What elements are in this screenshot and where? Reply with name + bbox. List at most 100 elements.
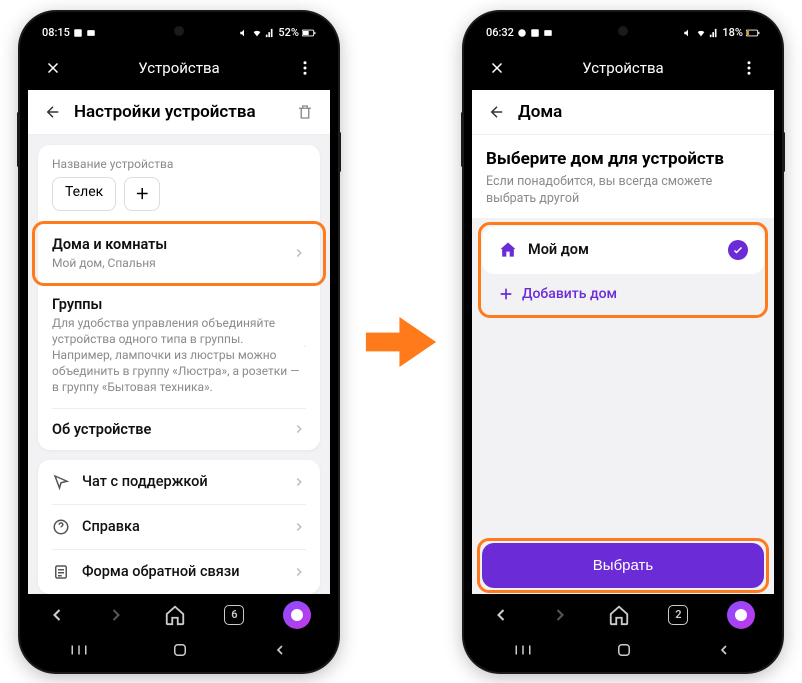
add-home-button[interactable]: Добавить дом (482, 274, 764, 314)
sys-home-icon[interactable] (171, 641, 189, 659)
more-icon[interactable] (740, 59, 758, 77)
support-chat[interactable]: Чат с поддержкой (38, 460, 320, 504)
form-icon (52, 563, 70, 581)
nav-back-icon[interactable] (47, 605, 67, 625)
settings-card: Название устройства Телек ＋ Дома и комна… (38, 145, 320, 450)
chevron-right-icon (292, 565, 306, 579)
browser-nav: 2 (472, 594, 774, 636)
nav-forward-icon[interactable] (550, 605, 570, 625)
sys-home-icon[interactable] (615, 641, 633, 659)
volume-button (461, 112, 464, 167)
sys-back-icon[interactable] (272, 642, 288, 658)
recents-icon[interactable] (514, 643, 532, 657)
more-icon[interactable] (296, 59, 314, 77)
app-header: Устройства (28, 46, 330, 90)
groups-sub: Для удобства управления объединяйте устр… (52, 315, 303, 396)
homes-list-wrap: Мой дом Добавить дом (482, 226, 764, 314)
support-chat-label: Чат с поддержкой (82, 473, 208, 490)
house-icon (498, 240, 518, 260)
support-feedback[interactable]: Форма обратной связи (38, 550, 320, 594)
header-title: Устройства (582, 59, 663, 77)
cast-icon (543, 28, 553, 38)
help-icon (52, 518, 70, 536)
close-icon[interactable] (488, 59, 506, 77)
status-bar: 08:15 52% (28, 20, 330, 46)
close-icon[interactable] (44, 59, 62, 77)
support-card: Чат с поддержкой Справка Форма обратной … (38, 460, 320, 594)
system-nav (472, 636, 774, 664)
header-title: Устройства (138, 59, 219, 77)
signal-icon (265, 28, 275, 38)
chat-icon (52, 473, 70, 491)
arrow-right-icon (362, 303, 440, 381)
browser-nav: 6 (28, 594, 330, 636)
select-sub: Если понадобится, вы всегда сможете выбр… (472, 173, 774, 218)
phone-left: 08:15 52% Устройства Настройки устройств… (20, 12, 338, 672)
alice-button[interactable] (283, 601, 311, 629)
tabs-button[interactable]: 2 (668, 605, 688, 625)
battery-icon (302, 28, 316, 38)
status-bar: 06:32 18% (472, 20, 774, 46)
support-feedback-label: Форма обратной связи (82, 563, 240, 580)
device-name-section: Название устройства Телек ＋ (38, 145, 320, 223)
power-button (782, 132, 785, 172)
status-time: 08:15 (42, 26, 70, 39)
chevron-right-icon (292, 246, 306, 260)
system-nav (28, 636, 330, 664)
mute-icon (239, 28, 249, 38)
check-icon (728, 240, 748, 260)
wifi-icon (252, 28, 262, 38)
status-battery: 18% (722, 26, 743, 39)
app-header: Устройства (472, 46, 774, 90)
arrow-between (362, 303, 440, 381)
page-header: Дома (472, 90, 774, 135)
gallery-icon (73, 28, 83, 38)
volume-button (17, 112, 20, 167)
chevron-right-icon (292, 475, 306, 489)
home-item[interactable]: Мой дом (482, 226, 764, 274)
status-battery: 52% (278, 26, 299, 39)
add-name-button[interactable]: ＋ (124, 177, 160, 211)
gallery-icon (530, 28, 540, 38)
signal-icon (709, 28, 719, 38)
home-icon[interactable] (164, 604, 186, 626)
nav-forward-icon[interactable] (106, 605, 126, 625)
alice-button[interactable] (727, 601, 755, 629)
chevron-right-icon (303, 339, 306, 353)
support-help[interactable]: Справка (38, 505, 320, 549)
wifi-icon (696, 28, 706, 38)
chevron-right-icon (292, 520, 306, 534)
home-name: Мой дом (528, 241, 589, 258)
select-button[interactable]: Выбрать (482, 543, 764, 588)
power-button (338, 132, 341, 172)
back-icon[interactable] (44, 103, 62, 121)
notif-icon (517, 28, 527, 38)
tabs-button[interactable]: 6 (224, 605, 244, 625)
support-help-label: Справка (82, 518, 140, 535)
groups-title: Группы (52, 296, 303, 313)
battery-icon (746, 28, 760, 38)
rooms-title: Дома и комнаты (52, 236, 167, 253)
rooms-sub: Мой дом, Спальня (52, 255, 167, 271)
page-header: Настройки устройства (28, 90, 330, 135)
groups-row[interactable]: Группы Для удобства управления объединяй… (38, 284, 320, 408)
status-time: 06:32 (486, 26, 514, 39)
plus-icon (498, 286, 514, 302)
recents-icon[interactable] (70, 643, 88, 657)
cast-icon (86, 28, 96, 38)
about-title: Об устройстве (52, 421, 151, 438)
sys-back-icon[interactable] (716, 642, 732, 658)
back-icon[interactable] (488, 103, 506, 121)
trash-icon[interactable] (296, 103, 314, 121)
page-title: Дома (518, 102, 758, 122)
chevron-right-icon (292, 422, 306, 436)
mute-icon (683, 28, 693, 38)
rooms-row[interactable]: Дома и комнаты Мой дом, Спальня (38, 224, 320, 283)
about-row[interactable]: Об устройстве (38, 409, 320, 450)
add-home-label: Добавить дом (522, 286, 617, 302)
page-title: Настройки устройства (74, 102, 284, 122)
home-icon[interactable] (608, 604, 630, 626)
select-heading: Выберите дом для устройств (472, 135, 774, 173)
device-name-chip[interactable]: Телек (52, 177, 116, 211)
nav-back-icon[interactable] (491, 605, 511, 625)
